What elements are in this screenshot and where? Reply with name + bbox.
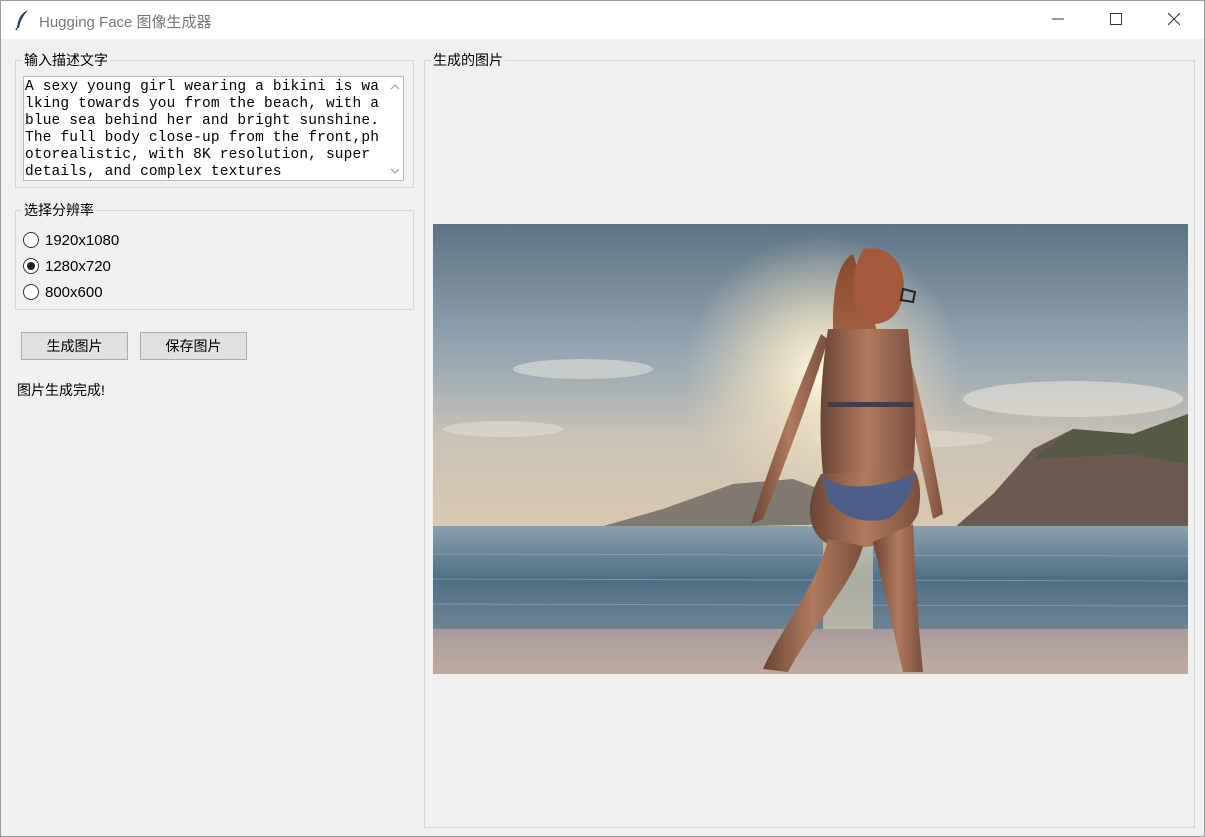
resolution-group: 选择分辨率 1920x1080 1280x720 800x600 [15, 202, 414, 310]
image-group: 生成的图片 [424, 52, 1195, 828]
minimize-button[interactable] [1029, 1, 1087, 39]
feather-icon [13, 9, 33, 31]
description-text[interactable]: A sexy young girl wearing a bikini is wa… [25, 79, 387, 180]
chevron-up-icon[interactable] [386, 78, 403, 95]
generated-image [433, 224, 1188, 674]
description-group: 输入描述文字 A sexy young girl wearing a bikin… [15, 52, 414, 188]
close-icon [1167, 12, 1181, 28]
radio-label: 1280x720 [45, 257, 111, 275]
description-textbox[interactable]: A sexy young girl wearing a bikini is wa… [23, 76, 404, 181]
description-scrollbar[interactable] [386, 77, 403, 180]
minimize-icon [1052, 12, 1064, 28]
radio-button[interactable] [23, 258, 39, 274]
radio-button[interactable] [23, 284, 39, 300]
radio-option-1280x720[interactable]: 1280x720 [23, 255, 111, 277]
title-bar[interactable]: Hugging Face 图像生成器 [1, 1, 1204, 39]
radio-option-800x600[interactable]: 800x600 [23, 281, 103, 303]
resolution-label: 选择分辨率 [22, 202, 96, 218]
radio-label: 1920x1080 [45, 231, 120, 249]
maximize-icon [1110, 12, 1122, 28]
save-image-button[interactable]: 保存图片 [140, 332, 247, 360]
window-title: Hugging Face 图像生成器 [39, 14, 212, 31]
app-window: Hugging Face 图像生成器 输入描述文字 A sexy young g… [0, 0, 1205, 837]
radio-option-1920x1080[interactable]: 1920x1080 [23, 229, 119, 251]
radio-label: 800x600 [45, 283, 103, 301]
close-button[interactable] [1145, 1, 1203, 39]
radio-button[interactable] [23, 232, 39, 248]
status-text: 图片生成完成! [17, 382, 105, 398]
description-label: 输入描述文字 [22, 52, 110, 68]
maximize-button[interactable] [1087, 1, 1145, 39]
chevron-down-icon[interactable] [386, 162, 403, 179]
generate-image-button[interactable]: 生成图片 [21, 332, 128, 360]
image-panel-label: 生成的图片 [431, 52, 505, 68]
beach-scene-image [433, 224, 1188, 674]
